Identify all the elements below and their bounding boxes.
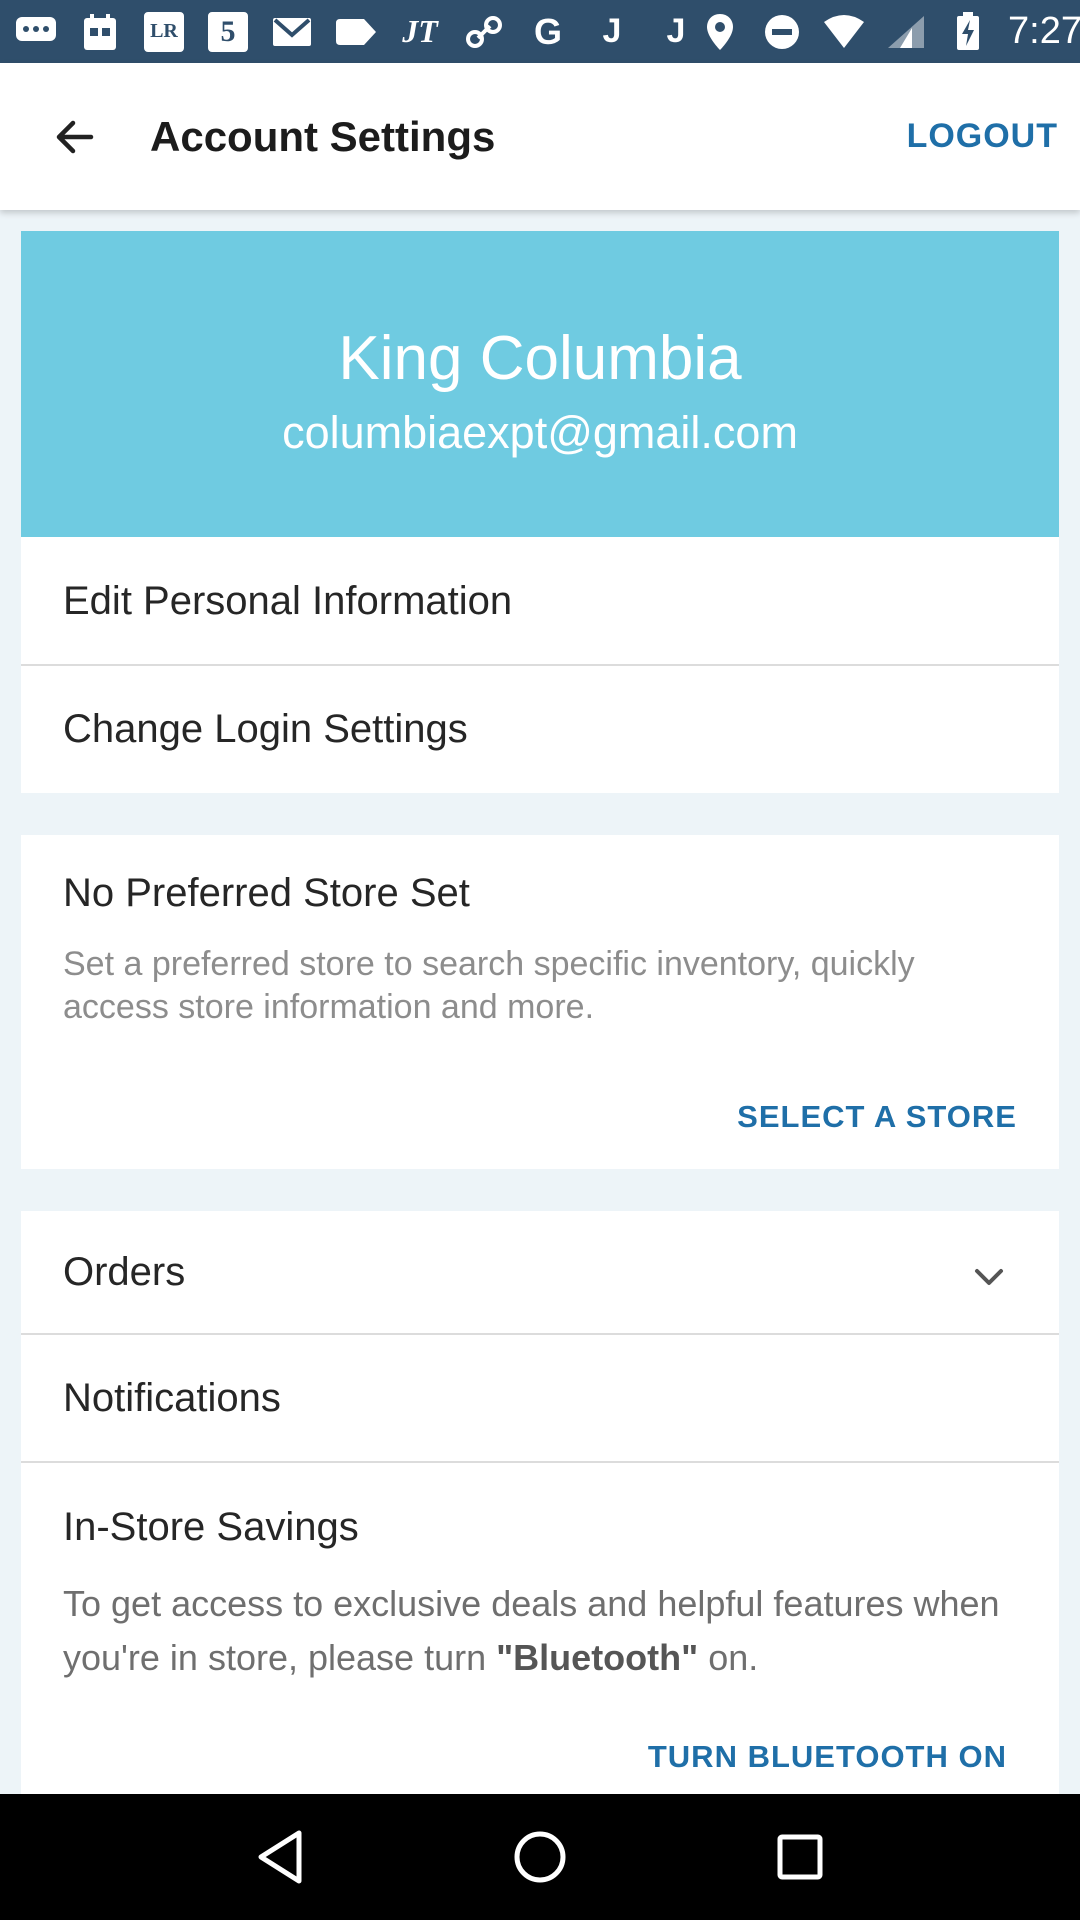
dnd-icon [760, 10, 804, 54]
chevron-down-icon[interactable] [969, 1257, 1009, 1297]
profile-email: columbiaexpt@gmail.com [282, 407, 798, 458]
logout-button[interactable]: LOGOUT [907, 117, 1058, 156]
chat-icon [14, 10, 58, 54]
signal-icon [884, 10, 928, 54]
savings-title: In-Store Savings [63, 1505, 359, 1549]
settings-menu-card: Orders Notifications In-Store Savings To… [21, 1211, 1059, 1794]
wifi-icon [822, 10, 866, 54]
profile-name: King Columbia [338, 324, 742, 393]
tag-icon [334, 10, 378, 54]
battery-charging-icon [946, 10, 990, 54]
lr-icon: LR [142, 10, 186, 54]
link-icon [462, 10, 506, 54]
orders-label: Orders [63, 1249, 186, 1294]
profile-header: King Columbia columbiaexpt@gmail.com [21, 231, 1059, 537]
nav-back-button[interactable] [240, 1817, 320, 1897]
back-button[interactable] [0, 63, 150, 210]
status-time: 7:27 [1008, 10, 1080, 52]
store-title: No Preferred Store Set [63, 871, 470, 915]
account-menu-card: Edit Personal Information Change Login S… [21, 537, 1059, 793]
savings-description: To get access to exclusive deals and hel… [63, 1583, 1000, 1678]
orders-item[interactable]: Orders [21, 1211, 1059, 1333]
status-bar: LR 5 JT G J J 7:27 [0, 0, 1080, 63]
turn-bluetooth-on-button[interactable]: TURN BLUETOOTH ON [648, 1739, 1007, 1775]
calendar-icon [78, 10, 122, 54]
app-bar: Account Settings LOGOUT [0, 63, 1080, 210]
gmail-icon [270, 10, 314, 54]
preferred-store-card: No Preferred Store Set Set a preferred s… [21, 835, 1059, 1169]
page-title: Account Settings [150, 112, 496, 160]
navigation-bar [0, 1794, 1080, 1920]
nav-recents-button[interactable] [760, 1817, 840, 1897]
in-store-savings-section: In-Store Savings To get access to exclus… [21, 1463, 1059, 1794]
circle-home-icon [514, 1831, 566, 1883]
nav-home-button[interactable] [500, 1817, 580, 1897]
arrow-back-icon [56, 120, 94, 153]
triangle-back-icon [258, 1830, 302, 1884]
google-icon: G [533, 10, 562, 52]
location-icon [698, 10, 742, 54]
edit-personal-information-item[interactable]: Edit Personal Information [21, 537, 1059, 665]
change-login-settings-item[interactable]: Change Login Settings [21, 666, 1059, 793]
notifications-item[interactable]: Notifications [21, 1335, 1059, 1461]
j-icon: J [602, 12, 622, 50]
square-recents-icon [777, 1834, 823, 1880]
store-description: Set a preferred store to search specific… [63, 945, 915, 1026]
select-store-button[interactable]: SELECT A STORE [737, 1099, 1017, 1135]
j-icon: J [666, 12, 686, 50]
five-icon: 5 [206, 10, 250, 54]
jt-icon: JT [402, 13, 438, 49]
